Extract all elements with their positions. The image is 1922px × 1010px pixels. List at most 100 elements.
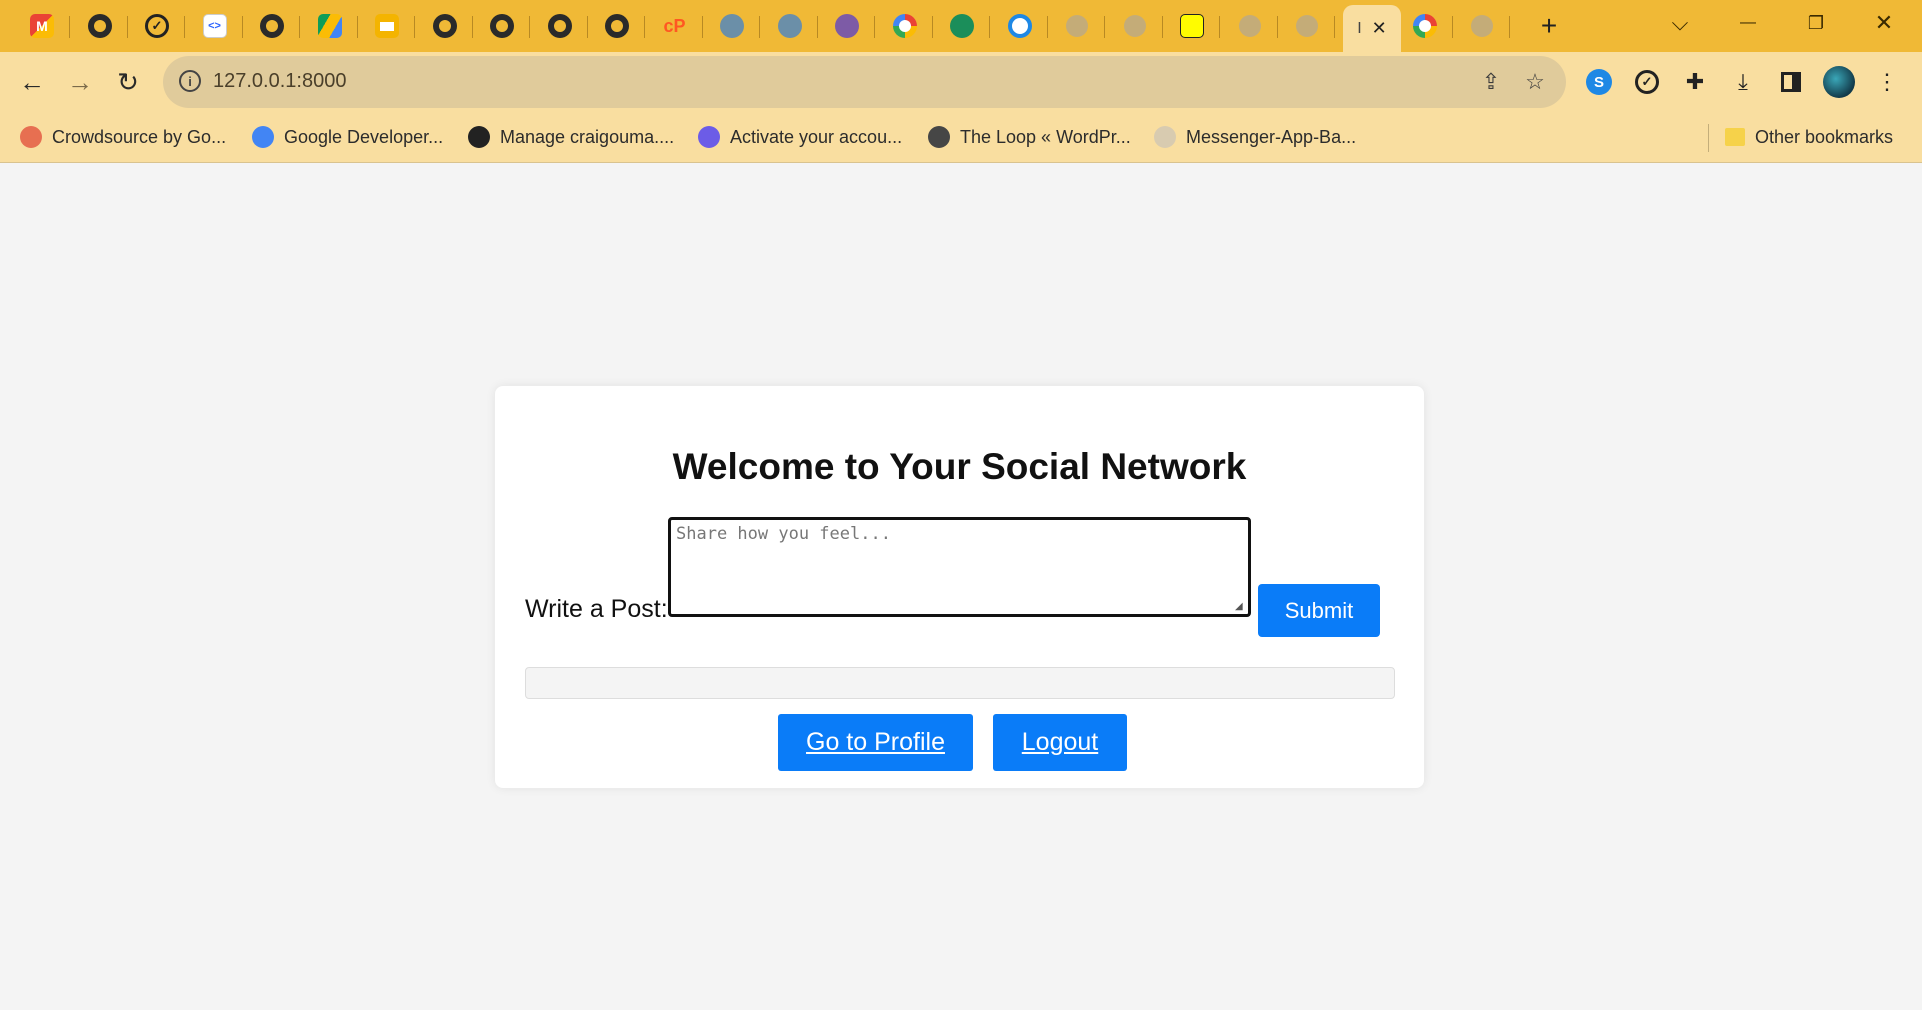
tab-recycle-17[interactable] <box>934 6 990 46</box>
bookmark-favicon-icon <box>468 126 490 148</box>
address-bar[interactable]: i 127.0.0.1:8000 ⇪ ☆ <box>163 56 1566 108</box>
tab-globe-19[interactable] <box>1049 6 1105 46</box>
tab-gmail-1[interactable]: M <box>14 6 70 46</box>
github-icon <box>605 14 629 38</box>
site-info-icon[interactable]: i <box>179 70 201 92</box>
bookmark-item[interactable]: Google Developer... <box>252 124 443 150</box>
resize-grip-icon[interactable]: ◢ <box>1235 601 1247 613</box>
tab-google-16[interactable] <box>877 6 933 46</box>
tab-github-2[interactable] <box>72 6 128 46</box>
github-icon <box>260 14 284 38</box>
tab-strip: I ✕ + ⌵ — ❐ ✕ M ✓ <> cP <box>0 0 1922 52</box>
codepen-icon: cP <box>663 15 686 36</box>
google-slides-icon <box>375 14 399 38</box>
tab-code-app-4[interactable]: <> <box>187 6 243 46</box>
bookmarks-bar: Other bookmarks Crowdsource by Go... Goog… <box>0 112 1922 163</box>
app-icon <box>777 14 802 38</box>
welcome-card: Welcome to Your Social Network Write a P… <box>495 386 1424 788</box>
forward-button[interactable]: → <box>62 64 98 100</box>
tab-blue-circle-18[interactable] <box>992 6 1048 46</box>
bookmark-favicon-icon <box>1154 126 1176 148</box>
other-bookmarks-label: Other bookmarks <box>1755 126 1894 147</box>
shazam-extension-icon[interactable]: S <box>1583 66 1615 98</box>
tab-google-after-1[interactable] <box>1397 6 1453 46</box>
tab-search-button[interactable]: ⌵ <box>1654 6 1706 40</box>
post-textarea[interactable] <box>668 517 1251 617</box>
submit-button[interactable]: Submit <box>1258 584 1380 637</box>
tab-checkmark-circle-3[interactable]: ✓ <box>129 6 185 46</box>
posts-feed <box>525 667 1395 699</box>
tab-github-5[interactable] <box>244 6 300 46</box>
checkmark-extension-icon[interactable]: ✓ <box>1631 66 1663 98</box>
tab-globe-22[interactable] <box>1222 6 1278 46</box>
bookmark-label: Activate your accou... <box>730 126 903 147</box>
profile-avatar[interactable] <box>1823 66 1855 98</box>
tab-google-drive-6[interactable] <box>302 6 358 46</box>
tab-github-10[interactable] <box>532 6 588 46</box>
tab-google-slides-7[interactable] <box>359 6 415 46</box>
recycle-icon <box>950 14 974 38</box>
snapchat-icon <box>1180 14 1204 38</box>
bookmark-favicon-icon <box>20 126 42 148</box>
tab-github-8[interactable] <box>417 6 473 46</box>
back-button[interactable]: ← <box>14 64 50 100</box>
download-icon[interactable]: ⤓ <box>1727 66 1759 98</box>
globe-icon <box>1238 15 1261 37</box>
bookmark-label: Google Developer... <box>284 126 444 147</box>
new-tab-button[interactable]: + <box>1529 10 1569 42</box>
tab-planet-15[interactable] <box>819 6 875 46</box>
google-drive-icon <box>317 14 342 38</box>
app-icon <box>720 14 744 38</box>
bookmark-star-icon[interactable]: ☆ <box>1521 68 1549 96</box>
minimize-button[interactable]: — <box>1722 6 1774 40</box>
bookmark-favicon-icon <box>252 126 274 148</box>
github-icon <box>432 14 457 38</box>
other-bookmarks-folder[interactable]: Other bookmarks <box>1725 124 1893 150</box>
restore-button[interactable]: ❐ <box>1790 6 1842 40</box>
bookmark-item[interactable]: Crowdsource by Go... <box>20 124 226 150</box>
tab-globe-23[interactable] <box>1279 6 1335 46</box>
folder-icon <box>1725 128 1745 146</box>
bookmark-item[interactable]: Messenger-App-Ba... <box>1154 124 1356 150</box>
share-icon[interactable]: ⇪ <box>1477 68 1505 96</box>
bookmark-label: Messenger-App-Ba... <box>1186 126 1357 147</box>
tab-globe-after-2[interactable] <box>1454 6 1510 46</box>
page-content: Welcome to Your Social Network Write a P… <box>0 163 1922 1007</box>
tab-github-11[interactable] <box>589 6 645 46</box>
github-icon <box>490 14 514 38</box>
checkmark-circle-icon: ✓ <box>145 14 169 38</box>
bookmark-favicon-icon <box>698 126 720 148</box>
bookmark-label: Crowdsource by Go... <box>52 126 227 147</box>
globe-icon <box>1066 15 1088 37</box>
globe-icon <box>1296 15 1318 37</box>
side-panel-icon[interactable] <box>1775 66 1807 98</box>
url-text[interactable]: 127.0.0.1:8000 <box>213 70 346 93</box>
bookmark-favicon-icon <box>928 126 950 148</box>
extensions-puzzle-icon[interactable]: ✚ <box>1679 66 1711 98</box>
bookmark-item[interactable]: Activate your accou... <box>698 124 902 150</box>
close-tab-icon[interactable]: ✕ <box>1372 18 1387 39</box>
reload-button[interactable]: ↻ <box>110 64 146 100</box>
browser-toolbar: ← → ↻ i 127.0.0.1:8000 ⇪ ☆ S ✓ ✚ ⤓ ⋮ <box>0 52 1922 112</box>
browser-menu-icon[interactable]: ⋮ <box>1871 66 1903 98</box>
tab-github-9[interactable] <box>474 6 530 46</box>
bookmark-item[interactable]: Manage craigouma.... <box>468 124 674 150</box>
tab-snapchat-21[interactable] <box>1164 6 1220 46</box>
bookmark-item[interactable]: The Loop « WordPr... <box>928 124 1131 150</box>
tab-app-14[interactable] <box>762 6 818 46</box>
go-to-profile-button[interactable]: Go to Profile <box>778 714 973 771</box>
bookmark-label: The Loop « WordPr... <box>960 126 1131 147</box>
google-icon <box>1413 14 1437 38</box>
tab-app-13[interactable] <box>704 6 760 46</box>
code-app-icon: <> <box>202 14 227 38</box>
tab-globe-20[interactable] <box>1107 6 1163 46</box>
tab-active[interactable]: I ✕ <box>1343 5 1401 52</box>
close-window-button[interactable]: ✕ <box>1858 6 1910 40</box>
tab-codepen-12[interactable]: cP <box>647 6 703 46</box>
blue-circle-icon <box>1007 14 1032 38</box>
github-icon <box>547 14 572 38</box>
active-tab-title: I <box>1357 19 1362 37</box>
logout-button[interactable]: Logout <box>993 714 1127 771</box>
globe-icon <box>1123 15 1146 37</box>
post-label: Write a Post: <box>525 595 668 623</box>
